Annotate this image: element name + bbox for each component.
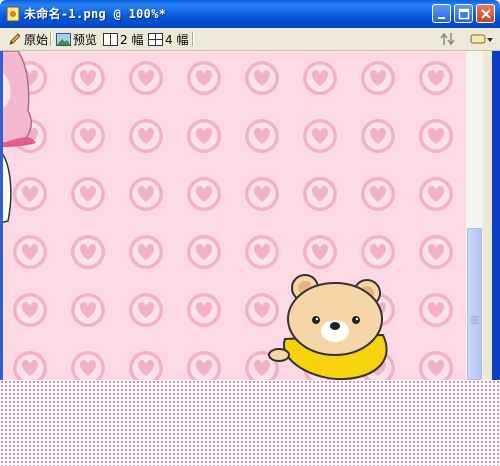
close-icon (481, 9, 491, 19)
options-icon (470, 34, 493, 44)
close-button[interactable] (476, 4, 495, 23)
heart-circle (71, 351, 105, 380)
heart-circle (129, 351, 163, 380)
toolbar-divider (192, 32, 194, 46)
heart-circle (13, 351, 47, 380)
heart-circle (129, 177, 163, 211)
heart-circle (71, 119, 105, 153)
window-title: 未命名-1.png @ 100%* (24, 7, 167, 21)
four-up-button[interactable]: 4 幅 (148, 30, 188, 48)
document-icon (6, 6, 20, 22)
heart-circle (245, 293, 279, 327)
toolbar-divider (50, 32, 52, 46)
two-up-icon (103, 32, 118, 46)
heart-circle (303, 177, 337, 211)
export-button[interactable] (440, 30, 460, 48)
heart-circle (129, 119, 163, 153)
heart-circle (129, 235, 163, 269)
heart-circle (303, 235, 337, 269)
minimize-icon (438, 17, 445, 19)
heart-circle (245, 119, 279, 153)
grip-icon (471, 316, 478, 324)
heart-circle (419, 119, 453, 153)
landscape-icon (56, 32, 71, 46)
pencil-icon (9, 33, 21, 45)
two-up-label: 2 幅 (120, 32, 144, 47)
heart-circle (187, 61, 221, 95)
heart-circle (419, 177, 453, 211)
heart-circle (245, 61, 279, 95)
heart-circle (13, 177, 47, 211)
heart-circle (129, 61, 163, 95)
heart-circle (187, 235, 221, 269)
heart-circle (13, 293, 47, 327)
heart-circle (419, 351, 453, 380)
heart-circle (419, 235, 453, 269)
heart-circle (419, 293, 453, 327)
minimize-button[interactable] (432, 4, 451, 23)
heart-circle (419, 61, 453, 95)
image-canvas[interactable] (0, 51, 466, 380)
title-bar[interactable]: 未命名-1.png @ 100%* (0, 0, 500, 28)
heart-circle (361, 61, 395, 95)
heart-circle (129, 293, 163, 327)
heart-circle (71, 177, 105, 211)
preview-button[interactable]: 预览 (56, 30, 97, 48)
export-arrows-icon (440, 32, 455, 46)
heart-circle (71, 61, 105, 95)
view-toolbar: 原始 预览 2 幅 4 幅 (0, 28, 500, 51)
heart-circle (71, 293, 105, 327)
preview-label: 预览 (73, 32, 98, 47)
heart-circle (187, 177, 221, 211)
dotted-background (0, 380, 500, 466)
scrollbar-thumb[interactable] (467, 228, 482, 380)
heart-circle (187, 293, 221, 327)
original-view-label: 原始 (24, 32, 49, 47)
heart-circle (13, 235, 47, 269)
heart-circle (303, 119, 337, 153)
original-view-button[interactable]: 原始 (8, 30, 48, 48)
maximize-icon (458, 8, 470, 20)
window-left-border (0, 51, 3, 380)
heart-circle (245, 177, 279, 211)
heart-circle (187, 351, 221, 380)
heart-circle (361, 119, 395, 153)
heart-circle (187, 119, 221, 153)
heart-circle (303, 61, 337, 95)
canvas-artwork (0, 51, 453, 380)
image-document-window: 未命名-1.png @ 100%* 原始 预览 2 幅 4 幅 (0, 0, 500, 380)
heart-circle (361, 177, 395, 211)
four-up-label: 4 幅 (165, 32, 189, 47)
options-menu-button[interactable] (470, 30, 496, 48)
two-up-button[interactable]: 2 幅 (103, 30, 143, 48)
four-up-icon (148, 32, 163, 46)
teddy-bear (268, 274, 388, 380)
window-right-border (492, 51, 500, 380)
heart-circle (245, 235, 279, 269)
maximize-button[interactable] (454, 4, 473, 23)
heart-circle (71, 235, 105, 269)
heart-circle (361, 235, 395, 269)
heart-pattern (13, 61, 453, 380)
